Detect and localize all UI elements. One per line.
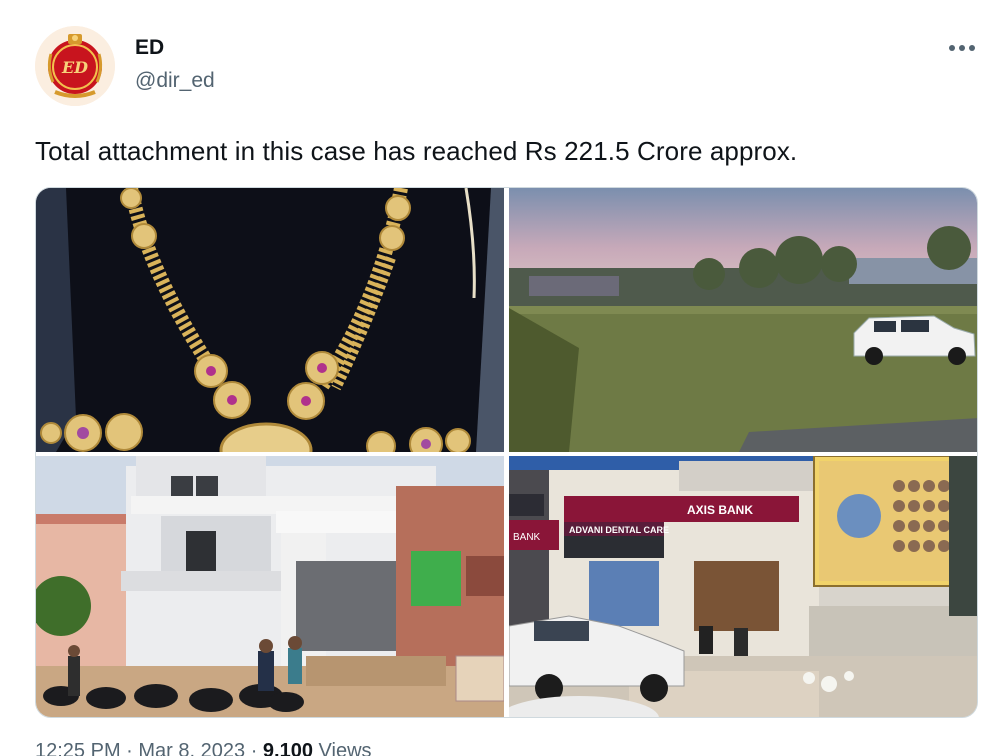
more-dots-icon — [949, 45, 975, 51]
tweet-meta: 12:25 PM · Mar 8, 2023 · 9,100 Views — [35, 740, 372, 756]
svg-text:ED: ED — [61, 58, 88, 77]
media-image-commercial-building[interactable]: AXIS BANK ADVANI DENTAL CARE BANK — [509, 456, 977, 717]
land-plot-photo — [509, 188, 977, 452]
more-button[interactable] — [944, 34, 980, 62]
tweet-text: Total attachment in this case has reache… — [35, 136, 798, 166]
views-label: Views — [318, 740, 372, 756]
author-name[interactable]: ED — [135, 36, 164, 60]
media-image-land-plot[interactable] — [509, 188, 977, 452]
bank-sign: BANK — [513, 532, 541, 543]
author-avatar[interactable]: ED — [35, 26, 115, 106]
views-count[interactable]: 9,100 — [263, 740, 313, 756]
dental-care-sign: ADVANI DENTAL CARE — [569, 525, 669, 535]
meta-separator: · — [250, 740, 263, 756]
meta-separator: · — [126, 740, 139, 756]
axis-bank-sign: AXIS BANK — [687, 503, 753, 517]
tweet-card: ED ED @dir_ed Total attachment in this c… — [0, 0, 1004, 756]
house-photo — [36, 456, 504, 717]
author-handle[interactable]: @dir_ed — [135, 69, 215, 93]
commercial-building-photo: AXIS BANK ADVANI DENTAL CARE BANK — [509, 456, 977, 717]
media-grid: AXIS BANK ADVANI DENTAL CARE BANK — [35, 187, 978, 718]
media-image-house[interactable] — [36, 456, 504, 717]
necklace-photo — [36, 188, 504, 452]
tweet-date[interactable]: Mar 8, 2023 — [138, 740, 245, 756]
media-image-necklace[interactable] — [36, 188, 504, 452]
ed-logo-emblem-icon: ED — [35, 26, 115, 106]
tweet-time[interactable]: 12:25 PM — [35, 740, 121, 756]
